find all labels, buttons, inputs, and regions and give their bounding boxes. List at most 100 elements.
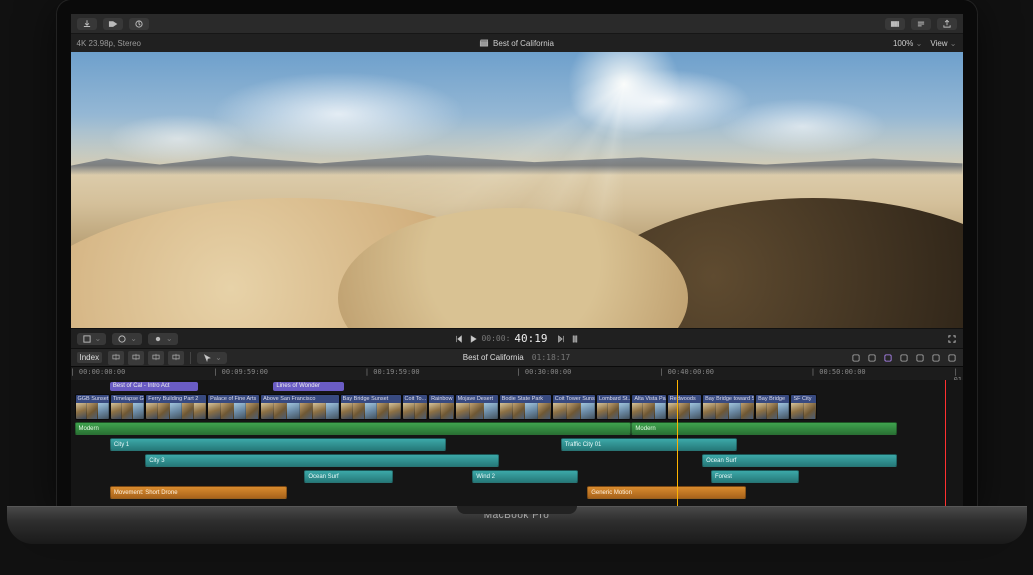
skimming-icon[interactable] xyxy=(851,353,861,363)
share-icon xyxy=(942,19,952,29)
fullscreen-icon[interactable] xyxy=(947,334,957,344)
video-clip[interactable]: Bay Bridge xyxy=(755,394,790,420)
video-clip[interactable]: Timelapse GGB xyxy=(110,394,145,420)
color-inspector-button[interactable] xyxy=(885,18,905,30)
video-clip[interactable]: Ferry Building Part 2 xyxy=(145,394,207,420)
skip-back-icon[interactable] xyxy=(453,334,463,344)
timeline[interactable]: Best of Cal - Intro Act Lines of Wonder G… xyxy=(71,380,963,506)
scale-dropdown[interactable]: ⌄ xyxy=(77,333,107,345)
video-clip[interactable]: Bay Bridge Sunset xyxy=(340,394,402,420)
audio-clip[interactable]: City 3 xyxy=(145,454,499,467)
index-button[interactable]: Index xyxy=(77,352,103,363)
generator-clip[interactable]: Movement: Short Drone xyxy=(110,486,287,499)
video-clip[interactable]: SF City xyxy=(790,394,817,420)
clip-label: Redwoods xyxy=(668,395,701,403)
clip-appearance-dropdown[interactable]: ⌄ xyxy=(112,333,142,345)
clip-thumbnails xyxy=(791,403,816,419)
color-icon xyxy=(890,19,900,29)
video-clip[interactable]: Mojave Desert xyxy=(455,394,499,420)
select-tool[interactable]: ⌄ xyxy=(197,352,227,364)
keyword-icon xyxy=(108,19,118,29)
audio-lane-3[interactable]: Ocean Surf Wind 2 Forest xyxy=(75,470,959,484)
playhead[interactable] xyxy=(677,380,678,506)
video-clip[interactable]: Redwoods xyxy=(667,394,702,420)
video-clip[interactable]: Coit To... xyxy=(402,394,429,420)
append-clip-button[interactable] xyxy=(148,351,164,365)
audio-skimming-icon[interactable] xyxy=(867,353,877,363)
video-clip[interactable]: Coit Tower Sunset xyxy=(552,394,596,420)
inspector-icon xyxy=(916,19,926,29)
video-clip[interactable]: Above San Francisco xyxy=(260,394,340,420)
clip-thumbnails xyxy=(597,403,630,419)
ruler-label: | 00:19:59:00 xyxy=(365,368,420,376)
clip-label: Mojave Desert xyxy=(456,395,498,403)
video-clip[interactable]: Palace of Fine Arts xyxy=(207,394,260,420)
music-clip[interactable]: Modern xyxy=(75,422,632,435)
clapperboard-icon xyxy=(479,38,489,48)
audio-clip[interactable]: Ocean Surf xyxy=(304,470,392,483)
music-clip[interactable]: Modern xyxy=(631,422,896,435)
audio-clip[interactable]: Wind 2 xyxy=(472,470,578,483)
view-dropdown[interactable]: View ⌄ xyxy=(930,39,956,48)
clip-thumbnails xyxy=(429,403,454,419)
clip-label: Lombard St... xyxy=(597,395,630,403)
overwrite-clip-button[interactable] xyxy=(168,351,184,365)
time-ruler[interactable]: | 00:00:00:00| 00:09:59:00| 00:19:59:00|… xyxy=(71,366,963,380)
clip-thumbnails xyxy=(341,403,401,419)
titles-browser-icon[interactable] xyxy=(947,353,957,363)
snapping-icon[interactable] xyxy=(899,353,909,363)
keyword-button[interactable] xyxy=(103,18,123,30)
transitions-browser-icon[interactable] xyxy=(931,353,941,363)
clip-appearance-icon xyxy=(117,334,127,344)
generator-lane[interactable]: Movement: Short Drone Generic Motion xyxy=(75,486,959,500)
video-clip[interactable]: GGB Sunset xyxy=(75,394,110,420)
audio-clip[interactable]: Forest xyxy=(711,470,799,483)
laptop-notch xyxy=(457,506,577,514)
video-clip[interactable]: Bodie State Park xyxy=(499,394,552,420)
primary-storyline[interactable]: GGB Sunset Timelapse GGB Ferry Building … xyxy=(75,394,959,420)
clip-thumbnails xyxy=(756,403,789,419)
clip-label: Coit To... xyxy=(403,395,428,403)
skimmer[interactable] xyxy=(945,380,946,506)
audio-lane-1[interactable]: City 1 Traffic City 01 xyxy=(75,438,959,452)
zoom-dropdown[interactable]: 100% ⌄ xyxy=(893,39,922,48)
inspector-button[interactable] xyxy=(911,18,931,30)
clip-label: Rainbow xyxy=(429,395,454,403)
ruler-label: | 00:00:00:00 xyxy=(71,368,126,376)
chapter-marker[interactable]: Best of Cal - Intro Act xyxy=(110,382,198,391)
overwrite-clip-icon xyxy=(171,352,181,362)
import-button[interactable] xyxy=(77,18,97,30)
video-clip[interactable]: Rainbow xyxy=(428,394,455,420)
clip-label: Above San Francisco xyxy=(261,395,339,403)
play-icon[interactable] xyxy=(467,334,477,344)
video-clip[interactable]: Alta Vista Park xyxy=(631,394,666,420)
chapter-marker[interactable]: Lines of Wonder xyxy=(273,382,344,391)
ruler-label: | 00:50:00:00 xyxy=(811,368,866,376)
background-tasks-button[interactable] xyxy=(129,18,149,30)
loop-icon[interactable] xyxy=(570,334,580,344)
audio-lane-2[interactable]: City 3 Ocean Surf xyxy=(75,454,959,468)
clip-thumbnails xyxy=(146,403,206,419)
music-lane[interactable]: ModernModern xyxy=(75,422,959,436)
video-clip[interactable]: Lombard St... xyxy=(596,394,631,420)
generator-clip[interactable]: Generic Motion xyxy=(587,486,746,499)
solo-icon[interactable] xyxy=(883,353,893,363)
viewer-canvas[interactable] xyxy=(71,52,963,328)
skip-forward-icon[interactable] xyxy=(556,334,566,344)
append-clip-icon xyxy=(151,352,161,362)
video-clip[interactable]: Bay Bridge toward SF xyxy=(702,394,755,420)
effects-browser-icon[interactable] xyxy=(915,353,925,363)
effects-icon xyxy=(153,334,163,344)
audio-clip[interactable]: City 1 xyxy=(110,438,446,451)
clip-label: Bodie State Park xyxy=(500,395,551,403)
connect-clip-button[interactable] xyxy=(108,351,124,365)
clip-thumbnails xyxy=(208,403,259,419)
clip-label: Palace of Fine Arts xyxy=(208,395,259,403)
effects-dropdown[interactable]: ⌄ xyxy=(148,333,178,345)
ruler-label: | 00:30:00:00 xyxy=(517,368,572,376)
insert-clip-button[interactable] xyxy=(128,351,144,365)
audio-clip[interactable]: Ocean Surf xyxy=(702,454,896,467)
share-button[interactable] xyxy=(937,18,957,30)
audio-clip[interactable]: Traffic City 01 xyxy=(561,438,738,451)
clip-label: Bay Bridge xyxy=(756,395,789,403)
